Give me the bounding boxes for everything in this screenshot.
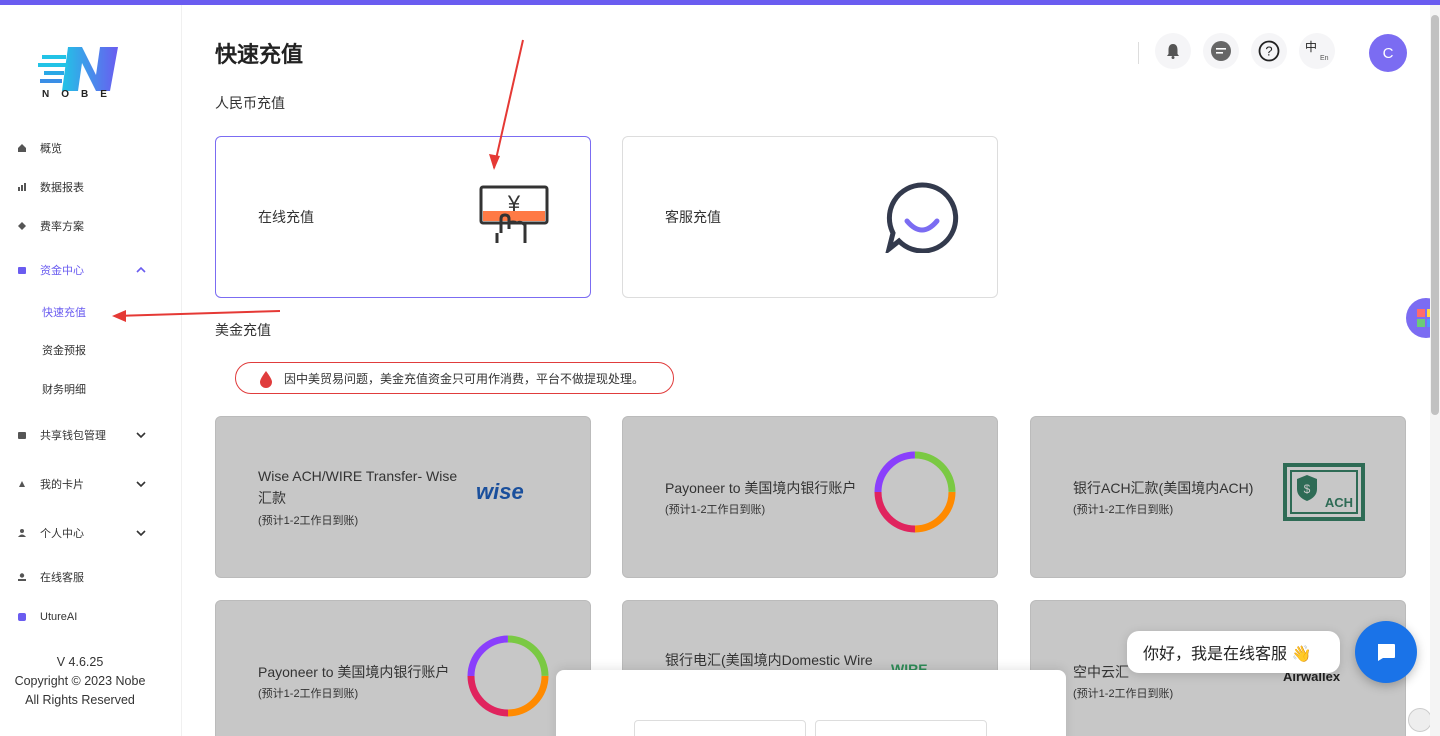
chevron-up-icon	[136, 266, 146, 273]
chevron-down-icon	[136, 530, 146, 537]
user-icon	[17, 528, 27, 538]
svg-text:?: ?	[1265, 44, 1272, 59]
sidebar-item-label: UtureAI	[40, 611, 78, 623]
brain-icon[interactable]	[1408, 708, 1432, 732]
card-icon	[17, 479, 27, 489]
ach-label: ACH	[1325, 495, 1353, 510]
lang-zh: 中	[1305, 40, 1318, 54]
card-subtitle: (预计1-2工作日到账)	[665, 504, 766, 516]
support-chat-icon	[885, 182, 959, 253]
sidebar-item-my-cards[interactable]: 我的卡片	[0, 472, 182, 496]
lang-en: En	[1320, 55, 1329, 62]
sidebar-item-label: 我的卡片	[40, 479, 84, 491]
chat-bubble-icon	[1378, 644, 1395, 661]
rights-reserved: All Rights Reserved	[25, 693, 135, 707]
sidebar-item-online-support[interactable]: 在线客服	[0, 565, 182, 589]
notice-text: 因中美贸易问题，美金充值资金只可用作消费，平台不做提现处理。	[284, 371, 645, 386]
usd-section-title: 美金充值	[215, 322, 271, 338]
warning-drop-icon	[260, 371, 272, 388]
sidebar-subitem-finance-details[interactable]: 财务明细	[42, 381, 86, 397]
card-title: Wise ACH/WIRE Transfer- Wise	[258, 468, 458, 484]
sidebar-item-label: 资金中心	[40, 265, 84, 277]
sidebar-item-funds-center[interactable]: 资金中心	[0, 258, 182, 282]
help-button[interactable]: ?	[1251, 33, 1287, 69]
bell-icon	[1167, 44, 1179, 59]
wallet-icon	[17, 430, 27, 440]
user-avatar[interactable]: C	[1369, 34, 1407, 72]
wise-logo: wise	[476, 479, 524, 504]
card-title: 银行ACH汇款(美国境内ACH)	[1073, 480, 1254, 496]
card-subtitle: (预计1-2工作日到账)	[258, 688, 359, 700]
card-subtitle: (预计1-2工作日到账)	[1073, 504, 1174, 516]
sidebar-item-shared-wallet[interactable]: 共享钱包管理	[0, 423, 182, 447]
app-version: V 4.6.25	[56, 655, 104, 669]
sidebar-subitem-funds-forecast[interactable]: 资金预报	[42, 342, 86, 358]
rmb-section-title: 人民币充值	[215, 95, 285, 111]
sidebar-item-rates[interactable]: 费率方案	[0, 214, 182, 238]
language-switch-button[interactable]: 中 En	[1299, 33, 1335, 69]
chevron-down-icon	[136, 432, 146, 439]
service-recharge-card[interactable]: 客服充值	[622, 136, 998, 298]
wallet-icon	[17, 265, 27, 275]
svg-text:$: $	[1304, 482, 1311, 496]
payoneer-logo	[467, 635, 549, 717]
sidebar-item-utureai[interactable]: UtureAI	[0, 605, 182, 629]
usd-card-ach[interactable]: 银行ACH汇款(美国境内ACH) (预计1-2工作日到账) $ ACH	[1030, 416, 1406, 578]
sidebar-item-label: 费率方案	[40, 221, 84, 233]
page-title: 快速充值	[215, 42, 304, 67]
top-accent-bar	[0, 0, 1440, 5]
chat-greeting-bubble[interactable]: 你好，我是在线客服 👋	[1127, 631, 1340, 673]
sidebar-item-overview[interactable]: 概览	[0, 136, 182, 160]
usd-card-wise[interactable]: Wise ACH/WIRE Transfer- Wise 汇款 (预计1-2工作…	[215, 416, 591, 578]
sidebar-item-label: 在线客服	[40, 572, 84, 584]
modal-field[interactable]	[634, 720, 806, 736]
sidebar-item-label: 个人中心	[40, 528, 84, 540]
usd-card-payoneer[interactable]: Payoneer to 美国境内银行账户 (预计1-2工作日到账)	[622, 416, 998, 578]
support-icon	[17, 572, 27, 582]
card-title: Payoneer to 美国境内银行账户	[665, 480, 857, 496]
sidebar-item-label: 数据报表	[40, 182, 84, 194]
messages-button[interactable]	[1203, 33, 1239, 69]
yuan-payment-icon: ¥	[479, 185, 549, 243]
sidebar-item-label: 共享钱包管理	[40, 430, 106, 442]
sidebar-subitem-quick-recharge[interactable]: 快速充值	[42, 304, 86, 320]
chat-launcher-button[interactable]	[1355, 621, 1417, 683]
chevron-down-icon	[136, 481, 146, 488]
ach-icon: $ ACH	[1283, 463, 1365, 521]
header-divider	[1138, 42, 1139, 64]
bar-chart-icon	[17, 182, 27, 192]
usd-card-payoneer-2[interactable]: Payoneer to 美国境内银行账户 (预计1-2工作日到账)	[215, 600, 591, 736]
sidebar-item-label: 概览	[40, 143, 62, 155]
page-scrollbar[interactable]	[1430, 5, 1440, 736]
notification-button[interactable]	[1155, 33, 1191, 69]
card-title: Payoneer to 美国境内银行账户	[258, 664, 450, 680]
chat-icon	[1211, 41, 1231, 61]
scroll-thumb[interactable]	[1431, 15, 1439, 415]
modal-dialog	[556, 670, 1066, 736]
card-subtitle: (预计1-2工作日到账)	[1073, 688, 1174, 700]
card-subtitle: (预计1-2工作日到账)	[258, 515, 359, 527]
sidebar-item-personal-center[interactable]: 个人中心	[0, 521, 182, 545]
card-title: 在线充值	[258, 209, 314, 225]
card-title: 空中云汇	[1073, 664, 1129, 680]
home-icon	[17, 143, 27, 153]
help-icon: ?	[1258, 40, 1280, 62]
card-title-line2: 汇款	[258, 490, 286, 506]
svg-text:¥: ¥	[507, 191, 521, 216]
copyright: Copyright © 2023 Nobe	[14, 674, 146, 688]
card-title: 客服充值	[665, 209, 721, 225]
usd-notice-banner: 因中美贸易问题，美金充值资金只可用作消费，平台不做提现处理。	[235, 362, 674, 394]
diamond-icon	[17, 221, 27, 231]
sidebar: NOBE 概览 数据报表 费率方案 资金中心 快速充值 资金预报 财务明细 共享…	[0, 5, 182, 736]
sidebar-item-reports[interactable]: 数据报表	[0, 175, 182, 199]
brand-name: NOBE	[42, 89, 119, 100]
card-title: 银行电汇(美国境内Domestic Wire	[665, 652, 873, 668]
payoneer-logo	[874, 451, 956, 533]
modal-field[interactable]	[815, 720, 987, 736]
online-recharge-card[interactable]: 在线充值 ¥	[215, 136, 591, 298]
ai-icon	[17, 612, 27, 622]
